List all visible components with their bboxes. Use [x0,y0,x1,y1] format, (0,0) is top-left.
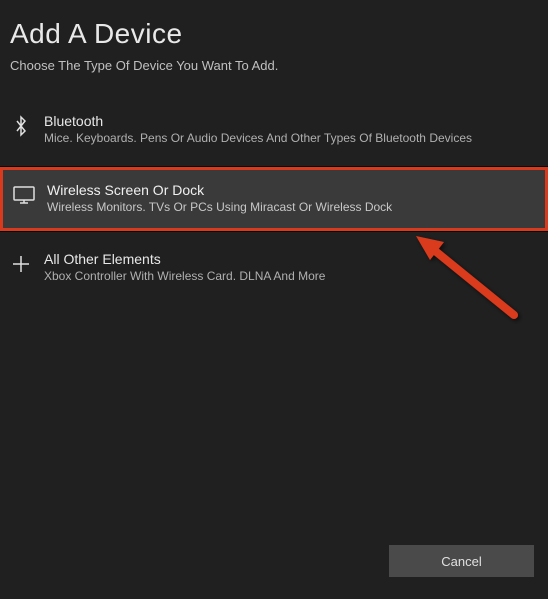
option-bluetooth-title: Bluetooth [44,113,472,129]
option-wireless-title: Wireless Screen Or Dock [47,182,392,198]
option-all-other[interactable]: All Other Elements Xbox Controller With … [0,239,548,297]
option-other-desc: Xbox Controller With Wireless Card. DLNA… [44,269,325,283]
monitor-icon [13,184,35,206]
option-bluetooth[interactable]: Bluetooth Mice. Keyboards. Pens Or Audio… [0,101,548,159]
dialog-title: Add A Device [10,18,538,50]
plus-icon [10,253,32,275]
option-wireless-desc: Wireless Monitors. TVs Or PCs Using Mira… [47,200,392,214]
bluetooth-icon [10,115,32,137]
dialog-header: Add A Device Choose The Type Of Device Y… [0,0,548,83]
option-other-title: All Other Elements [44,251,325,267]
option-wireless-text: Wireless Screen Or Dock Wireless Monitor… [47,182,392,214]
cancel-button[interactable]: Cancel [389,545,534,577]
option-wireless-screen[interactable]: Wireless Screen Or Dock Wireless Monitor… [0,167,548,231]
option-bluetooth-desc: Mice. Keyboards. Pens Or Audio Devices A… [44,131,472,145]
option-other-text: All Other Elements Xbox Controller With … [44,251,325,283]
option-bluetooth-text: Bluetooth Mice. Keyboards. Pens Or Audio… [44,113,472,145]
dialog-subtitle: Choose The Type Of Device You Want To Ad… [10,58,538,73]
dialog-footer: Cancel [389,545,534,577]
device-options-list: Bluetooth Mice. Keyboards. Pens Or Audio… [0,101,548,297]
